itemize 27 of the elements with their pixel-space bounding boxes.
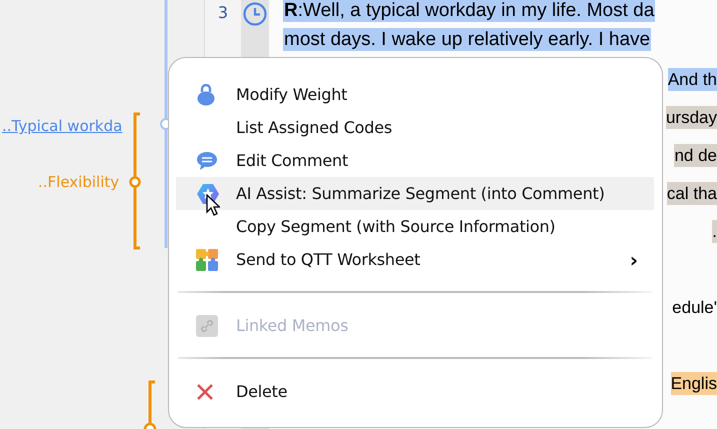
transcript-text: nd de (674, 144, 717, 166)
menu-item[interactable]: Modify Weight (176, 78, 654, 111)
clock-icon[interactable] (242, 1, 268, 27)
delete-icon (196, 382, 214, 400)
link-icon (196, 314, 218, 336)
transcript-text: most days. I wake up relatively early. I have (283, 28, 652, 51)
comment-icon (196, 150, 218, 172)
transcript-text: edule' (672, 296, 717, 318)
submenu-chevron: › (630, 248, 639, 272)
line-number: 3 (218, 3, 228, 23)
menu-item[interactable]: Send to QTT Worksheet › (176, 243, 654, 276)
puzzle-icon (196, 248, 218, 270)
menu-item[interactable]: Copy Segment (with Source Information) (176, 210, 654, 243)
transcript-text: cal tha (666, 182, 717, 204)
menu-item[interactable]: List Assigned Codes (176, 111, 654, 144)
transcript-text: And th (668, 68, 717, 90)
code-label: ..Flexibility (38, 173, 120, 191)
menu-item[interactable]: AI Assist: Summarize Segment (into Comment) (176, 177, 654, 210)
transcript-text: Englis (670, 372, 717, 394)
mouse-cursor-icon (206, 194, 220, 216)
kettlebell-icon (196, 84, 216, 106)
transcript-text: ursday (666, 106, 717, 128)
menu-item[interactable]: Edit Comment (176, 144, 654, 177)
transcript-text: . (712, 220, 717, 242)
menu-item[interactable]: Delete (176, 375, 654, 408)
transcript-text: R:Well, a typical workday in my life. Most da (283, 0, 656, 22)
code-bracket (144, 380, 156, 429)
